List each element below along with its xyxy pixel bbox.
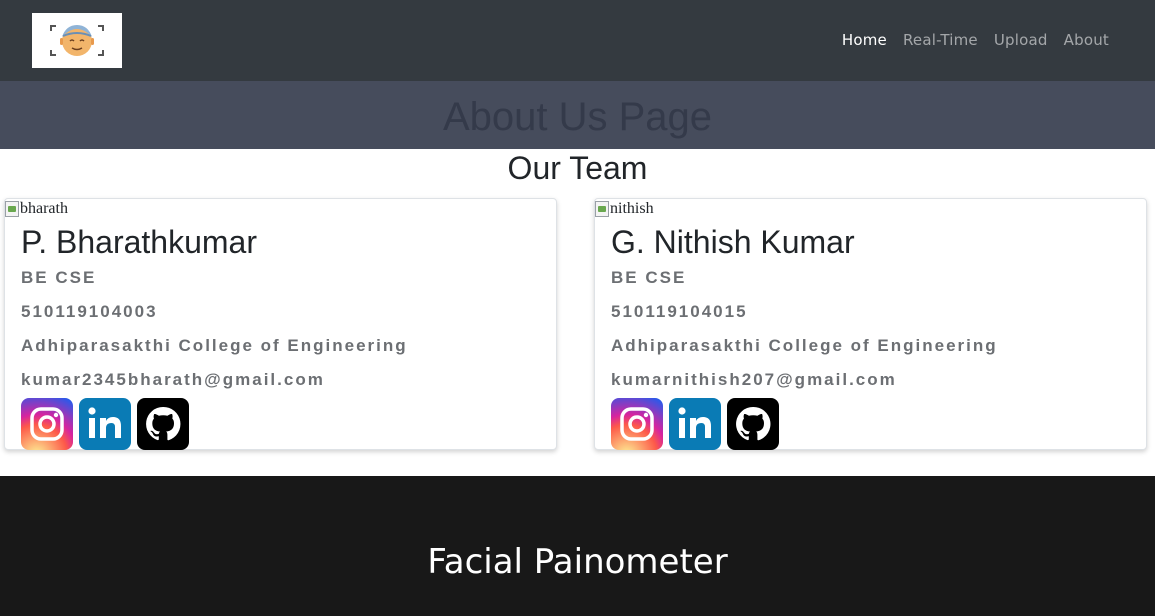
member-photo-alt: bharath bbox=[20, 200, 68, 217]
nav-real-time-link[interactable]: Real-Time bbox=[903, 31, 978, 49]
footer-title: Facial Painometer bbox=[427, 542, 728, 582]
page-banner: About Us Page bbox=[0, 81, 1155, 149]
linkedin-icon[interactable] bbox=[79, 398, 131, 450]
footer: Facial Painometer bbox=[0, 476, 1155, 616]
member-name: P. Bharathkumar bbox=[21, 224, 257, 260]
member-email: kumarnithish207@gmail.com bbox=[611, 370, 897, 389]
face-scan-icon bbox=[50, 25, 104, 56]
member-reg-no: 510119104015 bbox=[611, 302, 748, 321]
nav-home-link[interactable]: Home bbox=[842, 31, 887, 49]
member-photo-alt: nithish bbox=[610, 200, 654, 217]
member-college: Adhiparasakthi College of Engineering bbox=[611, 336, 998, 355]
broken-image-icon bbox=[5, 201, 19, 217]
nav-upload-link[interactable]: Upload bbox=[994, 31, 1048, 49]
member-photo: bharath bbox=[5, 200, 68, 218]
social-links bbox=[21, 398, 189, 450]
member-name: G. Nithish Kumar bbox=[611, 224, 855, 260]
instagram-icon[interactable] bbox=[611, 398, 663, 450]
linkedin-icon[interactable] bbox=[669, 398, 721, 450]
logo[interactable] bbox=[32, 13, 122, 68]
team-card-bharath: bharath P. Bharathkumar BE CSE 510119104… bbox=[4, 198, 557, 450]
team-card-nithish: nithish G. Nithish Kumar BE CSE 51011910… bbox=[594, 198, 1147, 450]
navbar: Home Real-Time Upload About bbox=[0, 0, 1155, 81]
page-title: About Us Page bbox=[442, 95, 713, 139]
member-photo: nithish bbox=[595, 200, 654, 218]
member-reg-no: 510119104003 bbox=[21, 302, 158, 321]
member-email: kumar2345bharath@gmail.com bbox=[21, 370, 325, 389]
broken-image-icon bbox=[595, 201, 609, 217]
github-icon[interactable] bbox=[727, 398, 779, 450]
nav-about-link[interactable]: About bbox=[1064, 31, 1109, 49]
member-degree: BE CSE bbox=[611, 268, 687, 287]
nav-links: Home Real-Time Upload About bbox=[842, 31, 1109, 49]
instagram-icon[interactable] bbox=[21, 398, 73, 450]
member-college: Adhiparasakthi College of Engineering bbox=[21, 336, 408, 355]
github-icon[interactable] bbox=[137, 398, 189, 450]
member-degree: BE CSE bbox=[21, 268, 97, 287]
social-links bbox=[611, 398, 779, 450]
team-title: Our Team bbox=[507, 150, 648, 186]
